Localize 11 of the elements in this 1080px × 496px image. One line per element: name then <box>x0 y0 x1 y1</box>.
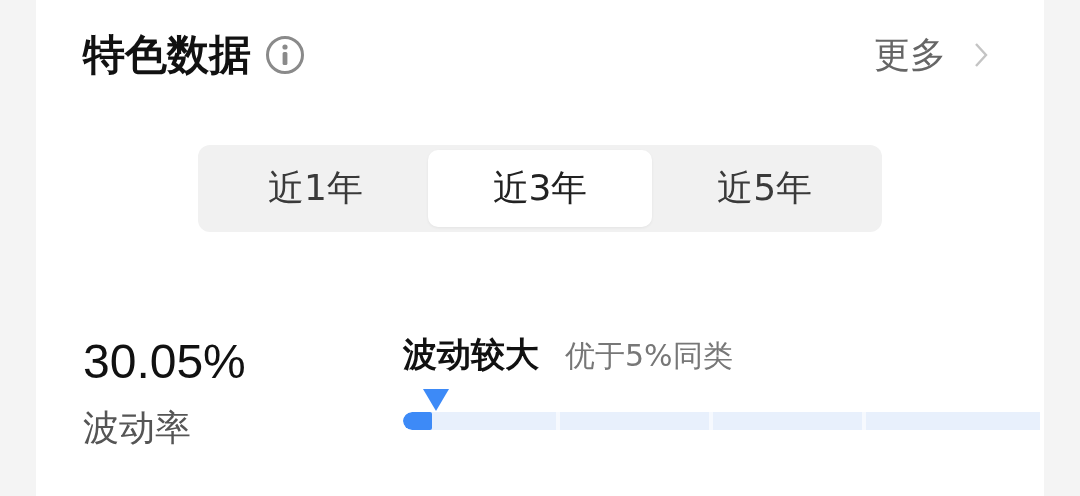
comparison-text: 优于5%同类 <box>565 337 733 375</box>
volatility-value: 30.05% <box>83 334 247 390</box>
info-icon[interactable] <box>265 35 305 75</box>
section-title: 特色数据 <box>83 29 251 81</box>
volatility-label: 波动率 <box>83 406 192 450</box>
period-tab[interactable]: 近1年 <box>203 150 428 227</box>
more-link[interactable]: 更多 <box>874 30 988 80</box>
period-tab[interactable]: 近3年 <box>427 150 653 227</box>
rating-text: 波动较大 <box>403 333 539 376</box>
chevron-right-icon <box>974 42 988 68</box>
period-tab[interactable]: 近5年 <box>652 150 877 227</box>
